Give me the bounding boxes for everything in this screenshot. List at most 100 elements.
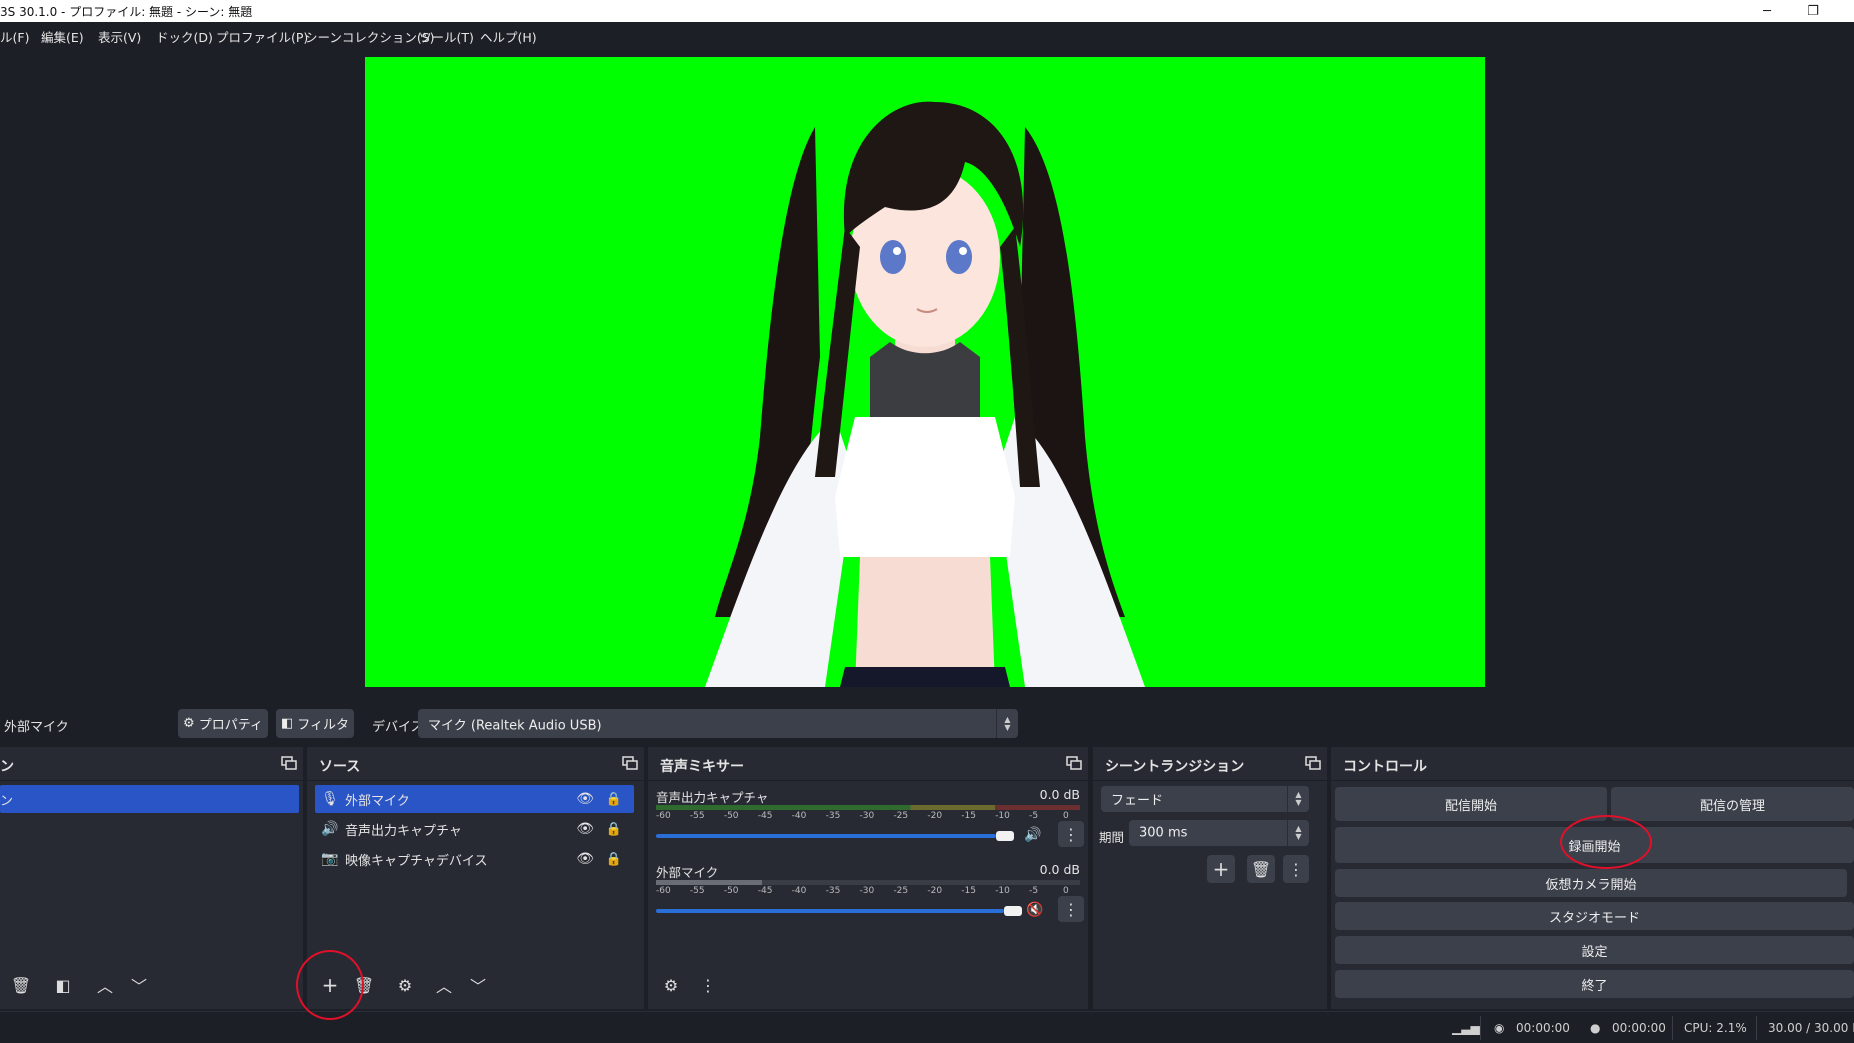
advanced-audio-button[interactable]: ⚙ [656,970,686,1000]
menu-dock[interactable]: ドック(D) [156,27,213,46]
remove-transition-button[interactable]: 🗑 [1247,855,1275,883]
chevron-updown-icon: ▲ ▼ [996,709,1018,738]
volume-slider[interactable] [656,909,1004,913]
undock-icon[interactable] [1305,756,1321,770]
scale-tick: -45 [757,811,773,821]
device-select[interactable]: マイク (Realtek Audio USB) ▲ ▼ [418,709,1018,738]
duration-spinbox[interactable]: 300 ms ▲ ▼ [1129,820,1309,846]
volume-slider-handle[interactable] [996,831,1014,841]
chevron-down-icon: ﹀ [469,977,486,996]
manage-broadcast-button[interactable]: 配信の管理 [1611,787,1854,821]
studio-mode-button[interactable]: スタジオモード [1335,902,1854,930]
audio-mixer-dock: 音声ミキサー 音声出力キャプチャ 0.0 dB -60 -55 -50 -45 … [648,747,1088,1009]
menu-tools[interactable]: ツール(T) [419,27,474,46]
minimize-button[interactable]: ─ [1744,0,1790,22]
add-transition-button[interactable]: + [1207,855,1235,883]
scale-tick: -60 [656,811,671,821]
duration-value: 300 ms [1139,825,1188,841]
speaker-icon: 🔊 [321,821,339,837]
transition-menu-button[interactable]: ⋮ [1283,855,1309,883]
lock-icon[interactable]: 🔒 [606,852,622,867]
channel-menu-button[interactable]: ⋮ [1058,821,1084,847]
mixer-menu-button[interactable]: ⋮ [693,970,723,1000]
lock-icon[interactable]: 🔒 [606,792,622,807]
gear-icon: ⚙ [183,716,195,731]
start-recording-button[interactable]: 録画開始 [1335,827,1854,863]
volume-slider[interactable] [656,834,996,838]
properties-label: プロパティ [198,718,263,733]
undock-icon[interactable] [1066,756,1082,770]
source-list-item[interactable]: 📷 映像キャプチャデバイス 👁 🔒 [315,845,634,873]
eye-icon[interactable]: 👁 [576,821,594,837]
undock-icon[interactable] [281,756,297,770]
menu-help[interactable]: ヘルプ(H) [480,27,537,46]
move-scene-down-button[interactable]: ﹀ [124,970,154,1000]
move-source-up-button[interactable]: ︿ [429,970,459,1000]
undock-icon[interactable] [622,756,638,770]
source-properties-button[interactable]: ⚙ [390,970,420,1000]
controls-dock-header: コントロール [1331,747,1854,781]
scale-tick: -40 [791,886,807,896]
scale-tick: -45 [757,886,773,896]
status-bar: ▁▃▅ ◉ 00:00:00 ● 00:00:00 CPU: 2.1% 30.0… [0,1011,1854,1043]
add-source-button[interactable]: + [315,970,345,1000]
scale-tick: -30 [859,811,875,821]
source-list-item[interactable]: 🔊 音声出力キャプチャ 👁 🔒 [315,815,634,843]
settings-button[interactable]: 設定 [1335,936,1854,964]
kebab-menu-icon: ⋮ [1063,824,1079,844]
cpu-usage: CPU: 2.1% [1684,1021,1747,1035]
restore-button[interactable]: ❐ [1790,0,1836,22]
menu-edit[interactable]: 編集(E) [41,27,84,46]
plus-icon: + [1212,857,1230,881]
device-label: デバイス [372,720,424,735]
muted-speaker-icon[interactable]: 🔇 [1026,902,1043,918]
scale-tick: -50 [723,886,739,896]
scale-tick: -35 [825,811,841,821]
move-scene-up-button[interactable]: ︿ [90,970,120,1000]
source-list-item[interactable]: 🎙 外部マイク 👁 🔒 [315,785,634,813]
mixer-channel: 外部マイク 0.0 dB -60 -55 -50 -45 -40 -35 -30… [656,862,1084,924]
move-source-down-button[interactable]: ﹀ [463,970,493,1000]
transitions-dock-header: シーントランジション [1093,747,1327,781]
eye-icon[interactable]: 👁 [576,851,594,867]
menu-view[interactable]: 表示(V) [98,27,141,46]
scenes-title: ン [0,759,14,775]
remove-source-button[interactable]: 🗑 [349,970,379,1000]
start-virtual-camera-button[interactable]: 仮想カメラ開始 [1335,869,1847,897]
filters-button[interactable]: ◧ フィルタ [276,709,354,738]
mixer-scale: -60 -55 -50 -45 -40 -35 -30 -25 -20 -15 … [656,811,1080,823]
kebab-menu-icon: ⋮ [700,975,716,995]
lock-icon[interactable]: 🔒 [606,822,622,837]
remove-scene-button[interactable]: 🗑 [6,970,36,1000]
transitions-title: シーントランジション [1105,759,1245,775]
volume-meter [656,805,1080,810]
record-status-icon: ● [1590,1021,1601,1035]
sources-dock: ソース 🎙 外部マイク 👁 🔒 🔊 音声出力キャプチャ 👁 🔒 📷 映像キャプチ… [307,747,644,1009]
eye-icon[interactable]: 👁 [576,791,594,807]
mixer-channel-name: 音声出力キャプチャ [656,790,769,805]
scene-filters-button[interactable]: ◧ [48,970,78,1000]
menu-profile[interactable]: プロファイル(P) [216,27,308,46]
speaker-icon[interactable]: 🔊 [1024,827,1041,843]
trash-icon: 🗑 [353,975,375,995]
scale-tick: -25 [893,886,909,896]
volume-slider-handle[interactable] [1004,906,1022,916]
start-streaming-button[interactable]: 配信開始 [1335,787,1607,821]
transition-value: フェード [1111,793,1164,809]
source-label: 映像キャプチャデバイス [345,853,488,869]
scene-list-item[interactable]: ン [0,785,299,813]
scale-tick: -30 [859,886,875,896]
properties-button[interactable]: ⚙ プロパティ [178,709,268,738]
preview-canvas[interactable] [365,57,1485,687]
menu-file[interactable]: ル(F) [0,27,29,46]
transition-select[interactable]: フェード ▲ ▼ [1101,786,1309,812]
scale-tick: -15 [961,811,976,821]
mixer-channel-db: 0.0 dB [1039,787,1080,802]
camera-icon: 📷 [321,851,339,867]
scale-tick: -55 [689,811,705,821]
exit-button[interactable]: 終了 [1335,970,1854,998]
menu-scene-collection[interactable]: シーンコレクション(S) [305,27,435,46]
scale-tick: -10 [995,886,1010,896]
channel-menu-button[interactable]: ⋮ [1058,896,1084,922]
trash-icon: 🗑 [1250,859,1272,879]
